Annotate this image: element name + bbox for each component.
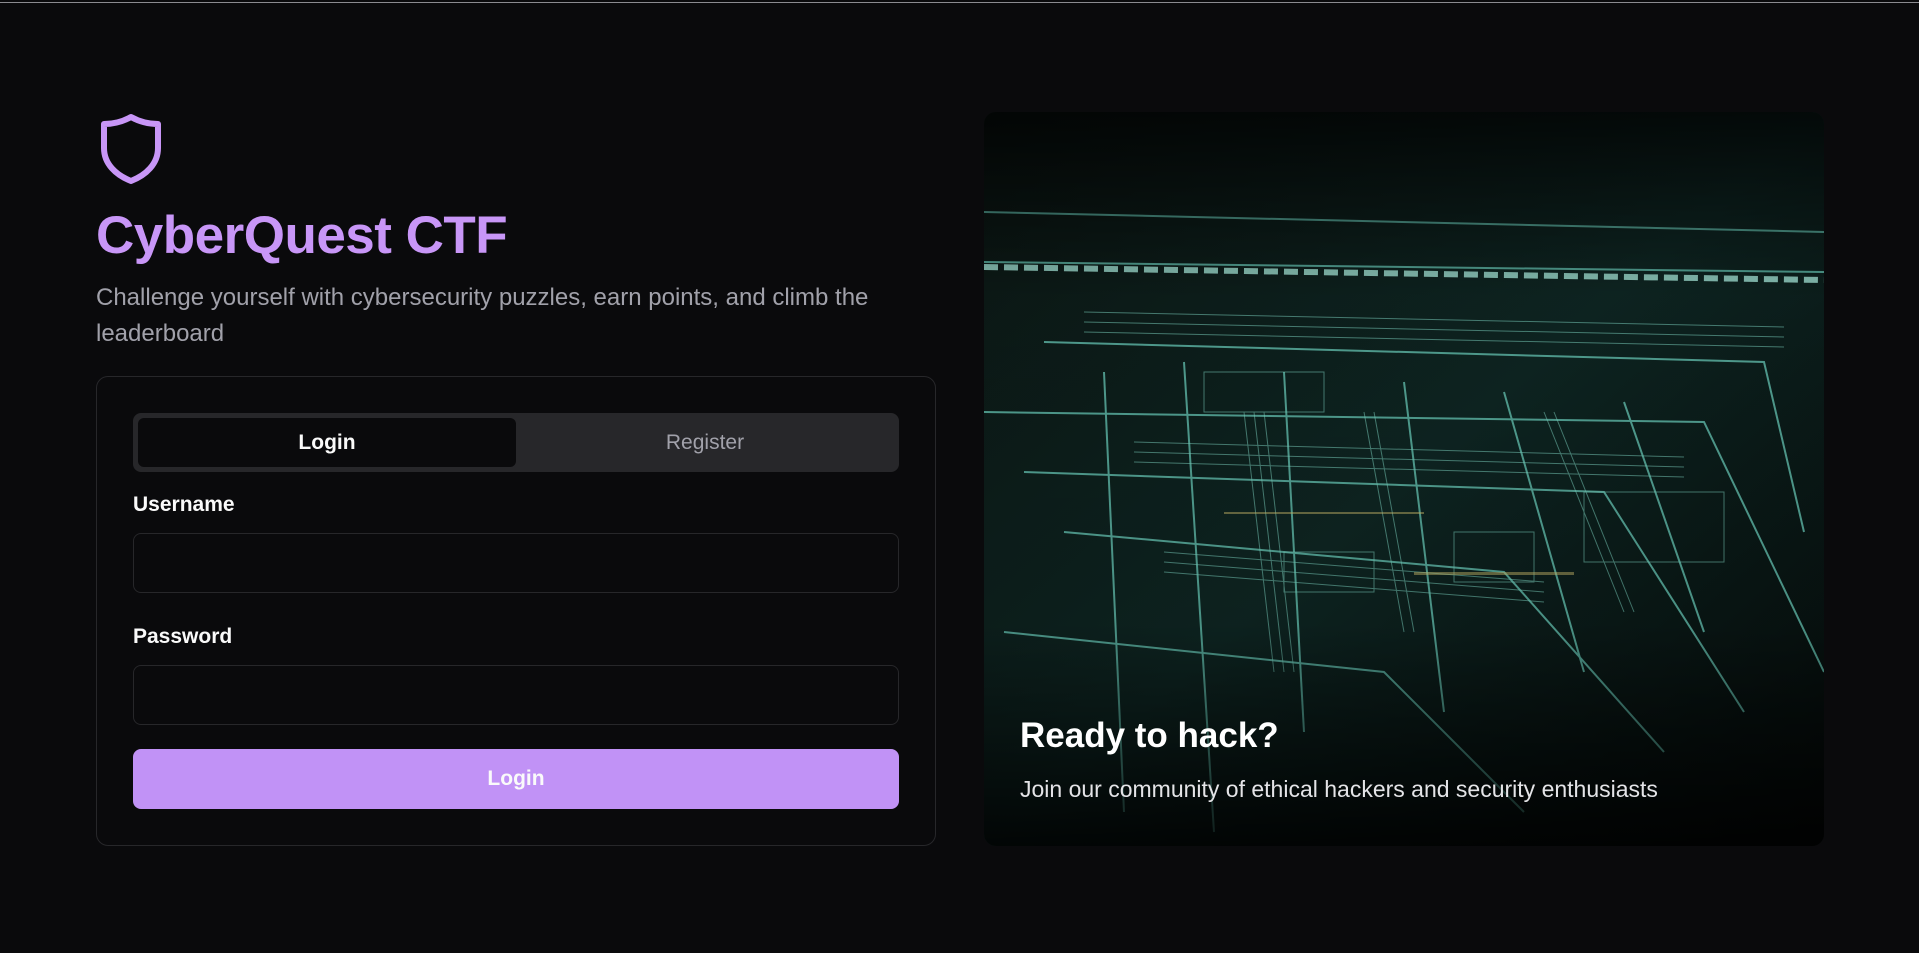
username-label: Username <box>133 493 235 516</box>
tab-register[interactable]: Register <box>516 418 894 467</box>
login-button[interactable]: Login <box>133 749 899 809</box>
top-divider <box>0 2 1919 3</box>
username-input[interactable] <box>133 533 899 593</box>
page-title: CyberQuest CTF <box>96 206 508 265</box>
brand-section: CyberQuest CTF Challenge yourself with c… <box>96 112 936 352</box>
hero-panel: Ready to hack? Join our community of eth… <box>984 112 1824 846</box>
shield-icon <box>101 114 161 184</box>
hero-title: Ready to hack? <box>1020 716 1279 755</box>
password-input[interactable] <box>133 665 899 725</box>
page-subtitle: Challenge yourself with cybersecurity pu… <box>96 284 869 347</box>
auth-card: Login Register Username Password Login <box>96 376 936 846</box>
hero-subtitle: Join our community of ethical hackers an… <box>1020 776 1658 802</box>
tab-login[interactable]: Login <box>138 418 516 467</box>
auth-tabs: Login Register <box>133 413 899 472</box>
password-label: Password <box>133 625 233 648</box>
